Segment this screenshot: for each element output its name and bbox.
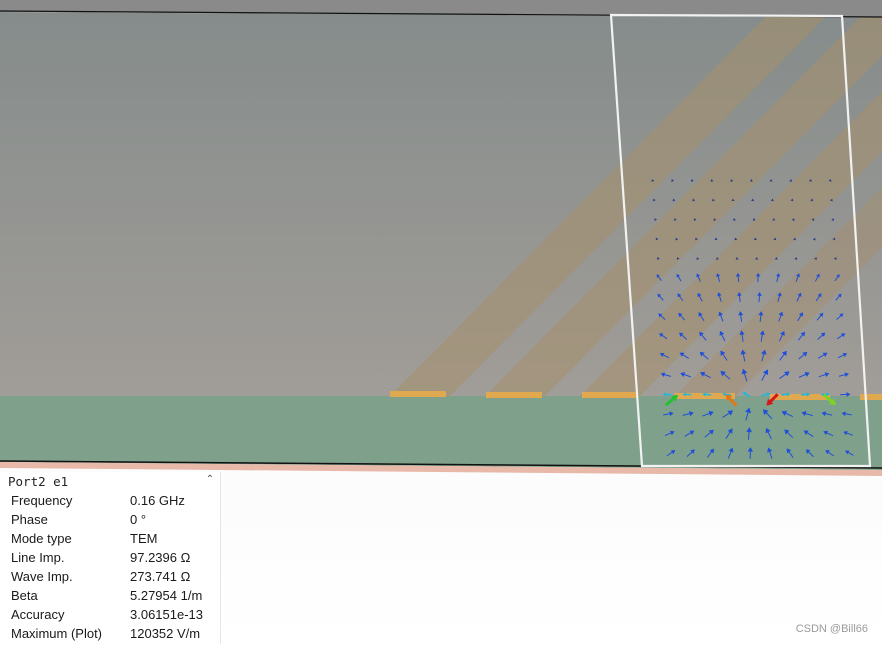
info-value: 0.16 GHz: [130, 493, 185, 508]
info-value: 5.27954 1/m: [130, 588, 202, 603]
info-value: 97.2396 Ω: [130, 550, 190, 565]
info-value: 3.06151e-13: [130, 607, 203, 622]
info-value: 120352 V/m: [130, 626, 200, 641]
info-label: Phase: [11, 512, 48, 527]
info-label: Accuracy: [11, 607, 64, 622]
port-info-panel: Port2 e1 ⌃ Frequency 0.16 GHz Phase 0 ° …: [0, 472, 221, 644]
info-value: 273.741 Ω: [130, 569, 190, 584]
watermark: CSDN @Bill66: [796, 623, 868, 635]
info-label: Mode type: [11, 531, 72, 546]
chevron-up-icon[interactable]: ⌃: [204, 474, 216, 486]
info-label: Maximum (Plot): [11, 626, 102, 641]
info-label: Wave Imp.: [11, 569, 73, 584]
info-label: Beta: [11, 588, 38, 603]
info-value: TEM: [130, 531, 157, 546]
panel-title: Port2 e1: [8, 474, 68, 489]
info-label: Line Imp.: [11, 550, 64, 565]
info-value: 0 °: [130, 512, 146, 527]
info-label: Frequency: [11, 493, 72, 508]
